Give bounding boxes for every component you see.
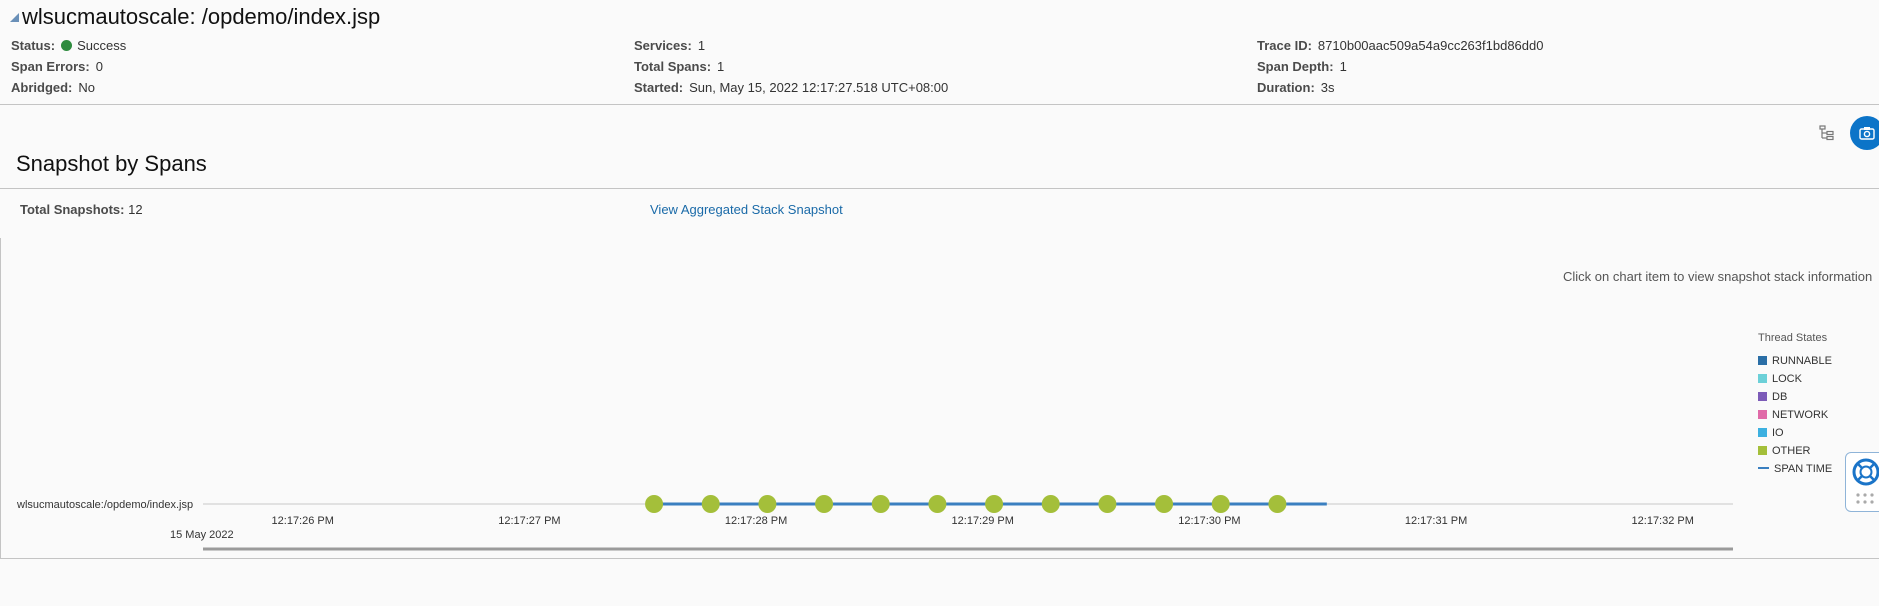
snapshot-point[interactable] xyxy=(1268,495,1287,513)
legend-label: NETWORK xyxy=(1772,409,1829,421)
legend-label: IO xyxy=(1772,427,1784,439)
trace-id-field: Trace ID: 8710b00aac509a54a9cc263f1bd86dd… xyxy=(1257,38,1544,53)
legend-color-swatch xyxy=(1758,392,1767,401)
span-depth-field: Span Depth: 1 xyxy=(1257,59,1347,74)
snapshot-point[interactable] xyxy=(701,495,720,513)
x-tick-label: 12:17:26 PM xyxy=(272,515,334,527)
tree-view-icon[interactable] xyxy=(1818,124,1836,142)
snapshot-point[interactable] xyxy=(928,495,947,513)
legend-item-span-time[interactable]: SPAN TIME xyxy=(1758,463,1832,475)
legend-item-network[interactable]: NETWORK xyxy=(1758,409,1828,421)
legend-label: DB xyxy=(1772,391,1788,403)
snapshot-summary-bar: Total Snapshots: 12 View Aggregated Stac… xyxy=(0,188,1879,240)
section-title: Snapshot by Spans xyxy=(16,151,207,176)
success-status-icon xyxy=(61,40,73,51)
total-snapshots: Total Snapshots: 12 xyxy=(20,202,143,217)
legend-label: SPAN TIME xyxy=(1774,463,1833,475)
legend-title: Thread States xyxy=(1758,332,1828,344)
legend-item-lock[interactable]: LOCK xyxy=(1758,373,1802,385)
collapse-triangle-icon[interactable] xyxy=(10,13,19,22)
snapshot-camera-button[interactable] xyxy=(1850,116,1879,150)
x-tick-label: 12:17:31 PM xyxy=(1405,515,1467,527)
services-field: Services: 1 xyxy=(634,38,706,53)
legend-line-swatch xyxy=(1758,467,1769,469)
legend-color-swatch xyxy=(1758,374,1767,383)
x-tick-label: 12:17:32 PM xyxy=(1632,515,1694,527)
date-label: 15 May 2022 xyxy=(170,529,234,541)
snapshot-point[interactable] xyxy=(1211,495,1230,513)
legend-item-other[interactable]: OTHER xyxy=(1758,445,1811,457)
legend-color-swatch xyxy=(1758,356,1767,365)
x-tick-label: 12:17:29 PM xyxy=(952,515,1014,527)
x-tick-label: 12:17:28 PM xyxy=(725,515,787,527)
legend-color-swatch xyxy=(1758,410,1767,419)
legend-label: RUNNABLE xyxy=(1772,355,1832,367)
lifebuoy-help-icon xyxy=(1852,458,1879,504)
snapshot-point[interactable] xyxy=(1041,495,1060,513)
snapshot-timeline-chart[interactable]: wlsucmautoscale:/opdemo/index.jsp 12:17:2… xyxy=(0,480,1750,560)
started-field: Started: Sun, May 15, 2022 12:17:27.518 U… xyxy=(634,80,949,95)
trace-header: wlsucmautoscale: /opdemo/index.jsp Statu… xyxy=(0,0,1879,105)
legend-item-runnable[interactable]: RUNNABLE xyxy=(1758,355,1832,367)
legend-label: LOCK xyxy=(1772,373,1802,385)
row-label: wlsucmautoscale:/opdemo/index.jsp xyxy=(16,499,193,511)
snapshot-point[interactable] xyxy=(1098,495,1117,513)
help-widget[interactable] xyxy=(1845,452,1879,512)
snapshot-point[interactable] xyxy=(815,495,834,513)
duration-field: Duration: 3s xyxy=(1257,80,1335,95)
camera-icon xyxy=(1859,127,1875,140)
status-field: Status: Success xyxy=(11,38,127,53)
trace-title[interactable]: wlsucmautoscale: /opdemo/index.jsp xyxy=(10,4,380,30)
x-tick-label: 12:17:30 PM xyxy=(1178,515,1240,527)
legend-color-swatch xyxy=(1758,446,1767,455)
span-errors-field: Span Errors: 0 xyxy=(11,59,103,74)
chart-hint-text: Click on chart item to view snapshot sta… xyxy=(1563,269,1873,284)
snapshot-point[interactable] xyxy=(758,495,777,513)
legend-label: OTHER xyxy=(1772,445,1811,457)
snapshot-point[interactable] xyxy=(985,495,1004,513)
total-spans-field: Total Spans: 1 xyxy=(634,59,725,74)
legend-color-swatch xyxy=(1758,428,1767,437)
snapshot-point[interactable] xyxy=(871,495,890,513)
abridged-field: Abridged: No xyxy=(11,80,96,95)
snapshot-point[interactable] xyxy=(645,495,664,513)
snapshot-point[interactable] xyxy=(1155,495,1174,513)
legend-item-io[interactable]: IO xyxy=(1758,427,1784,439)
view-aggregated-stack-snapshot-link[interactable]: View Aggregated Stack Snapshot xyxy=(650,202,843,217)
x-tick-label: 12:17:27 PM xyxy=(498,515,560,527)
legend-item-db[interactable]: DB xyxy=(1758,391,1787,403)
